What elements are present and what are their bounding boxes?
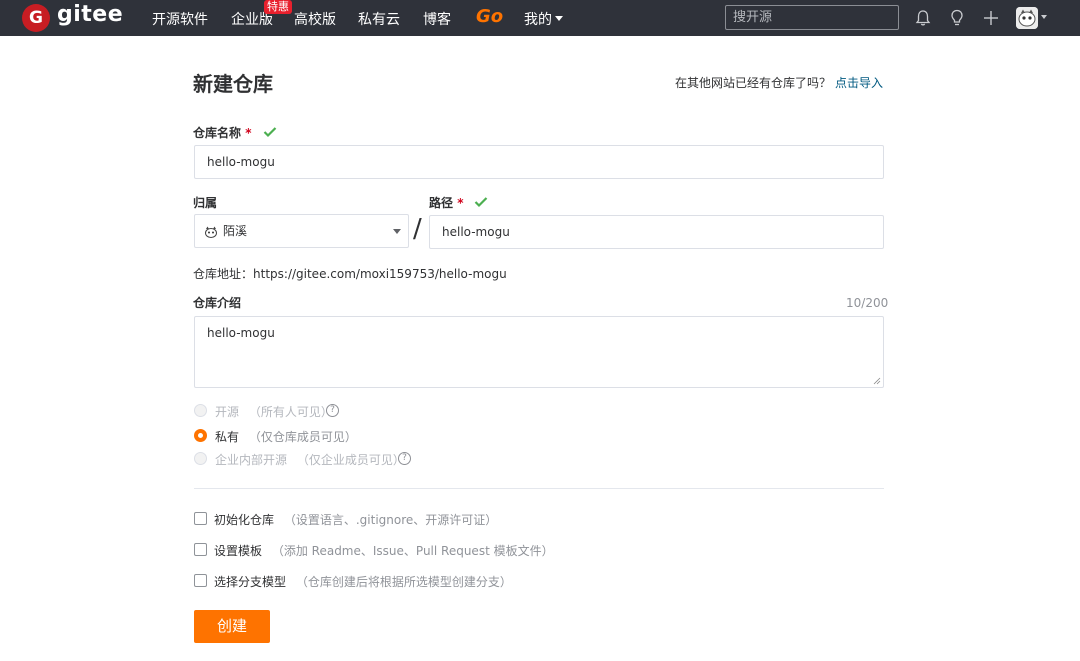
nav-private-cloud[interactable]: 私有云 (358, 9, 400, 29)
chevron-down-icon (555, 16, 563, 21)
init-repo-checkbox[interactable] (194, 512, 207, 525)
gitee-logo[interactable]: G (22, 4, 50, 32)
owner-avatar-icon (205, 226, 217, 238)
template-checkbox[interactable] (194, 543, 207, 556)
owner-label: 归属 (193, 196, 218, 210)
page-title: 新建仓库 (193, 72, 273, 96)
visibility-private-text: 私有 (215, 430, 240, 444)
template-hint: （添加 Readme、Issue、Pull Request 模板文件） (271, 544, 554, 558)
visibility-radio-enterprise (194, 452, 207, 465)
visibility-open-text: 开源 (215, 405, 240, 419)
path-input[interactable]: hello-mogu (429, 215, 884, 249)
check-icon (474, 197, 488, 208)
visibility-radio-private[interactable] (194, 429, 207, 442)
required-mark: * (245, 126, 252, 140)
branch-model-checkbox[interactable] (194, 574, 207, 587)
bell-icon[interactable] (913, 8, 933, 28)
section-divider (194, 488, 884, 489)
visibility-open-label: 开源 （所有人可见） (215, 403, 333, 420)
chevron-down-icon (393, 229, 401, 234)
avatar-chevron-down-icon[interactable] (1041, 15, 1047, 19)
visibility-radio-open (194, 404, 207, 417)
visibility-enterprise-label: 企业内部开源 （仅企业成员可见） (215, 451, 405, 468)
required-mark: * (457, 196, 464, 210)
import-link[interactable]: 点击导入 (835, 74, 883, 91)
visibility-enterprise-text: 企业内部开源 (215, 453, 288, 467)
nav-open-source[interactable]: 开源软件 (152, 9, 208, 29)
repo-address-label: 仓库地址： (193, 267, 254, 281)
owner-value: 陌溪 (223, 224, 248, 238)
template-text: 设置模板 (214, 544, 263, 558)
check-icon (263, 127, 277, 138)
init-repo-text: 初始化仓库 (214, 513, 275, 527)
brand-name[interactable]: gitee (57, 2, 123, 27)
path-label-text: 路径 (429, 196, 454, 210)
create-button[interactable]: 创建 (194, 610, 270, 643)
repo-address: 仓库地址：https://gitee.com/moxi159753/hello-… (193, 265, 507, 282)
init-repo-label[interactable]: 初始化仓库 （设置语言、.gitignore、开源许可证） (214, 511, 497, 528)
logo-letter: G (29, 8, 43, 28)
branch-model-hint: （仓库创建后将根据所选模型创建分支） (295, 575, 512, 589)
init-repo-hint: （设置语言、.gitignore、开源许可证） (283, 513, 498, 527)
visibility-open-hint: （所有人可见） (248, 405, 333, 419)
promo-badge: 特惠 (264, 0, 292, 14)
user-avatar[interactable] (1016, 7, 1038, 29)
path-label: 路径 * (429, 194, 463, 211)
owner-select[interactable]: 陌溪 (194, 214, 409, 248)
intro-textarea[interactable]: hello-mogu (194, 316, 884, 388)
visibility-private-label[interactable]: 私有 （仅仓库成员可见） (215, 428, 357, 445)
intro-counter: 10/200 (846, 296, 889, 310)
search-input[interactable] (725, 5, 899, 30)
nav-mine[interactable]: 我的 (524, 9, 552, 29)
branch-model-text: 选择分支模型 (214, 575, 287, 589)
repo-name-input[interactable]: hello-mogu (194, 145, 884, 179)
path-separator: / (413, 214, 422, 244)
template-label[interactable]: 设置模板 （添加 Readme、Issue、Pull Request 模板文件） (214, 542, 554, 559)
repo-name-label-text: 仓库名称 (193, 126, 242, 140)
repo-name-label: 仓库名称 * (193, 124, 251, 141)
resize-handle-icon[interactable] (873, 377, 881, 385)
repo-address-value: https://gitee.com/moxi159753/hello-mogu (253, 267, 507, 281)
intro-label: 仓库介绍 (193, 296, 242, 310)
visibility-enterprise-hint: （仅企业成员可见） (296, 453, 405, 467)
visibility-private-hint: （仅仓库成员可见） (248, 430, 357, 444)
plus-icon[interactable] (981, 8, 1001, 28)
top-navbar: G gitee 开源软件 企业版 特惠 高校版 私有云 博客 Go 我的 (0, 0, 1080, 36)
intro-value: hello-mogu (207, 326, 275, 340)
avatar-image (1016, 7, 1038, 29)
nav-go[interactable]: Go (476, 6, 503, 27)
import-question: 在其他网站已经有仓库了吗？ (675, 76, 832, 90)
branch-model-label[interactable]: 选择分支模型 （仓库创建后将根据所选模型创建分支） (214, 573, 512, 590)
help-icon[interactable]: ? (326, 404, 339, 417)
lightbulb-icon[interactable] (947, 8, 967, 28)
nav-education[interactable]: 高校版 (294, 9, 336, 29)
help-icon[interactable]: ? (398, 452, 411, 465)
nav-blog[interactable]: 博客 (423, 9, 451, 29)
